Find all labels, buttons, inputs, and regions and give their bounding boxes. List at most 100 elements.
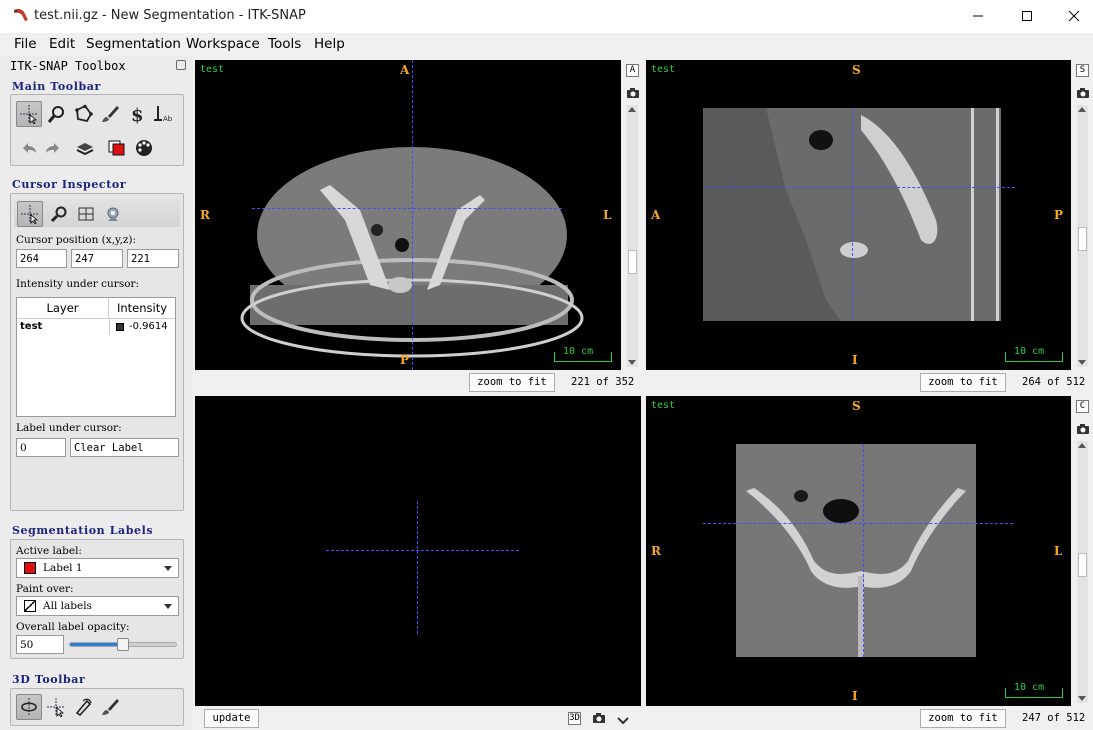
opacity-slider-handle[interactable] xyxy=(117,638,129,651)
3d-view-expand-button[interactable]: 3D xyxy=(568,712,581,725)
menu-edit[interactable]: Edit xyxy=(49,36,75,52)
3d-spray-tool-icon[interactable] xyxy=(97,694,123,720)
scroll-down-icon[interactable] xyxy=(628,360,636,365)
inspector-crosshair-tab-icon[interactable] xyxy=(17,201,43,227)
svg-text:$: $ xyxy=(131,105,144,124)
sagittal-view-expand-button[interactable]: S xyxy=(1076,64,1089,77)
sagittal-slice-scrollbar[interactable] xyxy=(1077,105,1088,367)
3d-crosshair-tool-icon[interactable] xyxy=(43,694,69,720)
sagittal-view[interactable]: test S I A P 10 cm xyxy=(646,60,1071,370)
orientation-label-top: S xyxy=(852,63,861,77)
snake-tool-icon[interactable]: $ xyxy=(124,101,150,127)
annotation-tool-icon[interactable]: Ab xyxy=(151,101,177,127)
row-intensity-value: -0.9614 xyxy=(129,321,168,332)
camera-icon[interactable] xyxy=(626,87,640,99)
menu-tools[interactable]: Tools xyxy=(268,36,301,52)
3d-scalpel-tool-icon[interactable] xyxy=(70,694,96,720)
menu-file[interactable]: File xyxy=(14,36,37,52)
axial-view-expand-button[interactable]: A xyxy=(626,64,639,77)
paintbrush-tool-icon[interactable] xyxy=(97,101,123,127)
cursor-inspector-title: Cursor Inspector xyxy=(12,178,127,191)
toolbox-title: ITK-SNAP Toolbox xyxy=(10,59,126,73)
polygon-tool-icon[interactable] xyxy=(70,101,96,127)
active-label-caption: Active label: xyxy=(16,545,82,557)
scroll-down-icon[interactable] xyxy=(1078,360,1086,365)
sagittal-view-sidebar: S xyxy=(1072,60,1092,370)
palette-icon[interactable] xyxy=(131,135,157,161)
cursor-z-field[interactable]: 221 xyxy=(127,249,179,268)
axial-zoom-to-fit-button[interactable]: zoom to fit xyxy=(469,373,555,392)
paint-over-dropdown[interactable]: All labels xyxy=(16,596,179,616)
opacity-caption: Overall label opacity: xyxy=(16,621,130,633)
camera-icon[interactable] xyxy=(1076,423,1090,435)
layers-icon[interactable] xyxy=(72,135,98,161)
axial-view-sidebar: A xyxy=(622,60,642,370)
scrollbar-thumb[interactable] xyxy=(1078,553,1087,577)
cursor-y-field[interactable]: 247 xyxy=(71,249,123,268)
3d-toolbar xyxy=(10,688,184,726)
coronal-ct-slice xyxy=(736,444,976,657)
cursor-x-field[interactable]: 264 xyxy=(16,249,67,268)
coronal-view-expand-button[interactable]: C xyxy=(1076,400,1089,413)
scale-bar xyxy=(554,352,612,362)
redo-icon[interactable] xyxy=(40,135,66,161)
scroll-up-icon[interactable] xyxy=(628,107,636,112)
axial-view[interactable]: test A P R L 10 cm xyxy=(195,60,621,370)
intensity-color-swatch xyxy=(116,323,124,331)
itk-snap-window: test.nii.gz - New Segmentation - ITK-SNA… xyxy=(0,0,1093,730)
coronal-view[interactable]: test S I R L 10 cm xyxy=(646,396,1071,706)
crosshair-horizontal xyxy=(703,187,1015,188)
intensity-table: Layer Intensity test -0.9614 xyxy=(16,297,176,417)
coronal-slice-counter: 247 of 512 xyxy=(1022,712,1086,724)
minimize-button[interactable] xyxy=(955,0,1001,32)
intensity-column-header[interactable]: Intensity xyxy=(109,298,175,319)
chevron-down-icon xyxy=(164,604,172,609)
itk-snap-logo-icon xyxy=(12,7,30,26)
scrollbar-thumb[interactable] xyxy=(628,250,637,274)
scroll-up-icon[interactable] xyxy=(1078,443,1086,448)
label-name-field[interactable]: Clear Label xyxy=(70,438,179,457)
inspector-sync-tab-icon[interactable] xyxy=(100,201,126,227)
menu-help[interactable]: Help xyxy=(314,36,345,52)
axial-slice-counter: 221 of 352 xyxy=(571,376,635,388)
scroll-up-icon[interactable] xyxy=(1078,107,1086,112)
active-label-dropdown[interactable]: Label 1 xyxy=(16,558,179,578)
coronal-slice-scrollbar[interactable] xyxy=(1077,441,1088,703)
maximize-button[interactable] xyxy=(1004,0,1050,32)
menu-segmentation[interactable]: Segmentation xyxy=(86,36,181,52)
column-divider xyxy=(109,319,110,335)
3d-update-button[interactable]: update xyxy=(204,709,259,728)
axial-slice-scrollbar[interactable] xyxy=(627,105,638,367)
layer-column-header[interactable]: Layer xyxy=(17,298,109,319)
crosshair-vertical xyxy=(852,108,853,321)
chevron-down-icon[interactable] xyxy=(617,714,629,728)
orientation-label-bottom: I xyxy=(852,353,858,367)
sagittal-zoom-to-fit-button[interactable]: zoom to fit xyxy=(920,373,1006,392)
camera-icon[interactable] xyxy=(1076,87,1090,99)
3d-rotate-tool-icon[interactable] xyxy=(16,694,42,720)
zoom-tool-icon[interactable] xyxy=(43,101,69,127)
orientation-label-right: P xyxy=(1054,208,1064,222)
coronal-zoom-to-fit-button[interactable]: zoom to fit xyxy=(920,709,1006,728)
inspector-layout-tab-icon[interactable] xyxy=(73,201,99,227)
menu-workspace[interactable]: Workspace xyxy=(186,36,260,52)
crosshair-tool-icon[interactable] xyxy=(16,101,42,127)
close-button[interactable] xyxy=(1051,0,1093,32)
3d-view[interactable] xyxy=(195,396,641,706)
camera-icon[interactable] xyxy=(592,712,606,724)
view-layer-name: test xyxy=(200,64,225,75)
label-id-field[interactable]: 0 xyxy=(16,438,66,457)
undock-icon[interactable] xyxy=(176,60,186,70)
undo-icon[interactable] xyxy=(16,135,42,161)
label-editor-icon[interactable] xyxy=(104,135,130,161)
scrollbar-thumb[interactable] xyxy=(1078,227,1087,251)
inspector-zoom-tab-icon[interactable] xyxy=(46,201,72,227)
view-layer-name: test xyxy=(651,400,676,411)
opacity-slider[interactable] xyxy=(69,638,177,651)
paint-over-value: All labels xyxy=(43,600,92,612)
crosshair-vertical xyxy=(412,60,413,370)
axial-ct-slice xyxy=(240,147,584,358)
opacity-value-field[interactable]: 50 xyxy=(16,635,64,654)
scroll-down-icon[interactable] xyxy=(1078,696,1086,701)
table-row[interactable]: test -0.9614 xyxy=(17,319,175,335)
